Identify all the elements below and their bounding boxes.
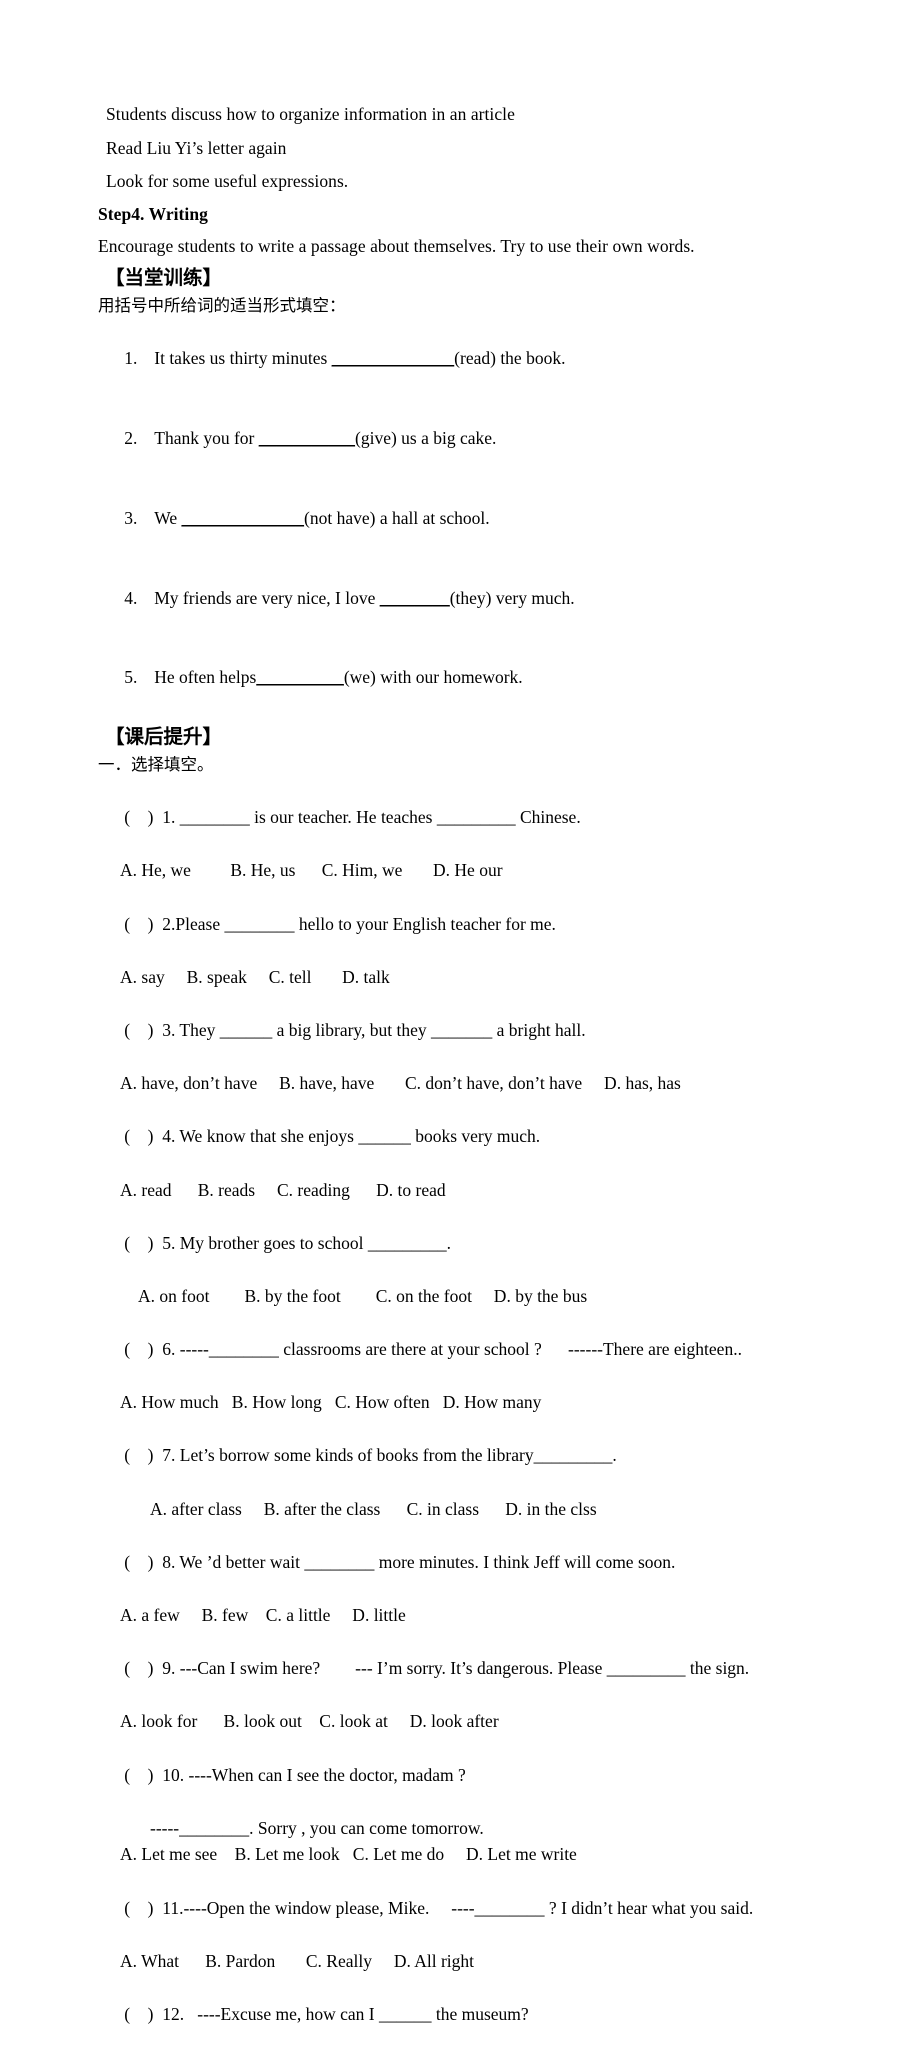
- answer-box[interactable]: ( ): [124, 804, 162, 831]
- practice-item-list: 1. It takes us thirty minutes ___________…: [98, 319, 860, 718]
- table-row: ( ) 7. Let’s borrow some kinds of books f…: [98, 1416, 860, 1496]
- question-stem-continuation: -----________. Sorry , you can come tomo…: [150, 1817, 484, 1838]
- list-item: 3. We ______________(not have) a hall at …: [98, 478, 860, 558]
- step-body-text: Encourage students to write a passage ab…: [98, 236, 695, 257]
- table-row: ( ) 6. -----________ classrooms are there…: [98, 1309, 860, 1389]
- item-text-after: (read) the book.: [454, 348, 566, 369]
- item-text-before: He often helps: [154, 667, 257, 688]
- list-item: 2. Thank you for ___________(give) us a b…: [98, 398, 860, 478]
- item-text-after: (not have) a hall at school.: [304, 507, 490, 528]
- question-options[interactable]: A. read B. reads C. reading D. to read: [98, 1177, 860, 1204]
- question-stem: 4. We know that she enjoys ______ books …: [162, 1126, 541, 1147]
- question-options[interactable]: A. on foot B. by the foot C. on the foot…: [98, 1283, 860, 1310]
- table-row: ( ) 3. They ______ a big library, but the…: [98, 990, 860, 1070]
- answer-box[interactable]: ( ): [124, 1336, 162, 1363]
- question-options[interactable]: A. have, don’t have B. have, have C. don…: [98, 1070, 860, 1097]
- intro-line-2: Read Liu Yi’s letter again: [106, 137, 287, 158]
- list-item: 5. He often helps__________(we) with our …: [98, 638, 860, 718]
- table-row: ( ) 11.----Open the window please, Mike. …: [98, 1868, 860, 1948]
- answer-blank[interactable]: __________: [256, 667, 344, 687]
- question-stem: 12. ----Excuse me, how can I ______ the …: [162, 2003, 529, 2024]
- item-number: 3.: [124, 507, 138, 528]
- item-text-before: Thank you for: [154, 428, 259, 449]
- answer-blank[interactable]: ________: [380, 588, 450, 608]
- question-stem: 1. ________ is our teacher. He teaches _…: [162, 807, 581, 828]
- intro-block: Students discuss how to organize informa…: [98, 98, 860, 199]
- question-stem: 11.----Open the window please, Mike. ---…: [162, 1897, 754, 1918]
- table-row: ( ) 4. We know that she enjoys ______ boo…: [98, 1097, 860, 1177]
- table-row: ( ) 1. ________ is our teacher. He teache…: [98, 778, 860, 858]
- intro-line-3: Look for some useful expressions.: [106, 171, 349, 191]
- item-number: 4.: [124, 587, 138, 608]
- answer-box[interactable]: ( ): [124, 1123, 162, 1150]
- answer-blank[interactable]: ______________: [182, 508, 305, 528]
- table-row: ( ) 12. ----Excuse me, how can I ______ t…: [98, 1974, 860, 2054]
- question-stem: 3. They ______ a big library, but they _…: [162, 1019, 586, 1040]
- list-item: 1. It takes us thirty minutes ___________…: [98, 319, 860, 399]
- answer-box[interactable]: ( ): [124, 911, 162, 938]
- practice-section-heading: 【当堂训练】: [105, 265, 223, 289]
- question-list: ( ) 1. ________ is our teacher. He teache…: [98, 778, 860, 2054]
- question-stem: 7. Let’s borrow some kinds of books from…: [162, 1445, 617, 1466]
- item-number: 1.: [124, 348, 138, 369]
- table-row: ( ) 5. My brother goes to school ________…: [98, 1203, 860, 1283]
- item-text-after: (give) us a big cake.: [355, 428, 497, 449]
- item-text-after: (they) very much.: [449, 587, 575, 608]
- answer-box[interactable]: ( ): [124, 1549, 162, 1576]
- table-row: ( ) 10. ----When can I see the doctor, ma…: [98, 1735, 860, 1815]
- answer-box[interactable]: ( ): [124, 1762, 162, 1789]
- answer-box[interactable]: ( ): [124, 2001, 162, 2028]
- answer-box[interactable]: ( ): [124, 1442, 162, 1469]
- practice-instruction: 用括号中所给词的适当形式填空：: [98, 295, 346, 315]
- question-options[interactable]: A. How much B. How long C. How often D. …: [98, 1389, 860, 1416]
- answer-blank[interactable]: ______________: [332, 348, 455, 368]
- question-stem: 9. ---Can I swim here? --- I’m sorry. It…: [162, 1658, 750, 1679]
- document-page: Students discuss how to organize informa…: [0, 0, 920, 2024]
- table-row: ( ) 8. We ’d better wait ________ more mi…: [98, 1522, 860, 1602]
- question-options[interactable]: A. Let me see B. Let me look C. Let me d…: [98, 1841, 860, 1868]
- item-text-before: My friends are very nice, I love: [154, 587, 380, 608]
- answer-box[interactable]: ( ): [124, 1230, 162, 1257]
- table-row: ( ) 9. ---Can I swim here? --- I’m sorry.…: [98, 1629, 860, 1709]
- question-stem: 5. My brother goes to school _________.: [162, 1232, 451, 1253]
- answer-blank[interactable]: ___________: [259, 428, 355, 448]
- question-options[interactable]: A. after class B. after the class C. in …: [98, 1496, 860, 1523]
- question-options[interactable]: A. look for B. look out C. look at D. lo…: [98, 1708, 860, 1735]
- question-stem: 6. -----________ classrooms are there at…: [162, 1339, 742, 1360]
- step-heading: Step4. Writing: [98, 203, 208, 224]
- intro-line-1: Students discuss how to organize informa…: [106, 104, 515, 124]
- item-number: 2.: [124, 428, 138, 449]
- question-stem: 10. ----When can I see the doctor, madam…: [162, 1764, 466, 1785]
- question-stem: 2.Please ________ hello to your English …: [162, 913, 556, 934]
- homework-section-heading: 【课后提升】: [105, 724, 223, 748]
- homework-subheading: 一．选择填空。: [98, 754, 214, 774]
- list-item: 4. My friends are very nice, I love _____…: [98, 558, 860, 638]
- item-number: 5.: [124, 667, 138, 688]
- table-row: ( ) 2.Please ________ hello to your Engli…: [98, 884, 860, 964]
- question-options[interactable]: A. say B. speak C. tell D. talk: [98, 964, 860, 991]
- answer-box[interactable]: ( ): [124, 1017, 162, 1044]
- answer-box[interactable]: ( ): [124, 1655, 162, 1682]
- question-options[interactable]: A. He, we B. He, us C. Him, we D. He our: [98, 857, 860, 884]
- answer-box[interactable]: ( ): [124, 1895, 162, 1922]
- item-text-after: (we) with our homework.: [343, 667, 523, 688]
- item-text-before: We: [154, 507, 182, 528]
- question-options[interactable]: A. a few B. few C. a little D. little: [98, 1602, 860, 1629]
- item-text-before: It takes us thirty minutes: [154, 348, 332, 369]
- question-options[interactable]: A. What B. Pardon C. Really D. All right: [98, 1948, 860, 1975]
- question-stem: 8. We ’d better wait ________ more minut…: [162, 1551, 676, 1572]
